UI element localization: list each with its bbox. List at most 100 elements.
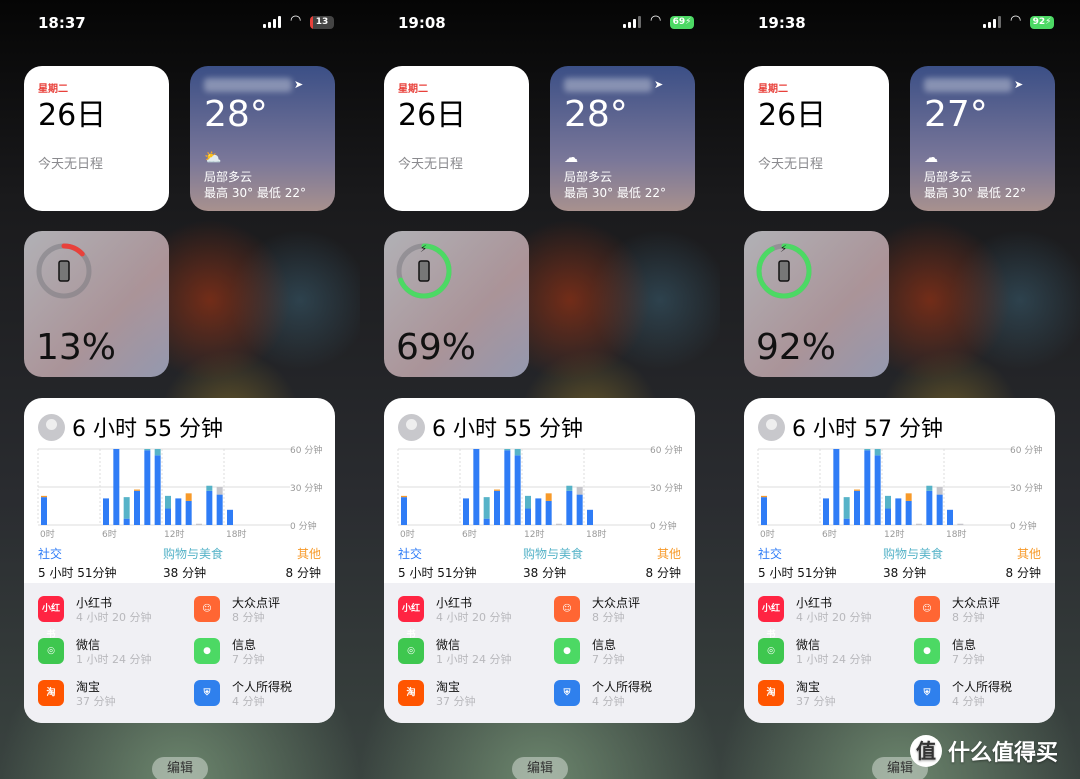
app-time: 4 分钟 xyxy=(952,695,985,708)
app-time: 4 分钟 xyxy=(592,695,625,708)
bar-segment xyxy=(216,487,223,495)
app-usage-item[interactable]: ● 信息 7 分钟 xyxy=(194,638,335,670)
category-value: 38 分钟 xyxy=(883,566,927,580)
app-usage-item[interactable]: ◎ 微信 1 小时 24 分钟 xyxy=(38,638,188,670)
app-usage-item[interactable]: ⛨ 个人所得税 4 分钟 xyxy=(914,680,1055,712)
bar-segment xyxy=(206,485,213,491)
app-usage-item[interactable]: 小红书 小红书 4 小时 20 分钟 xyxy=(398,596,548,640)
screen-time-total: 6 小时 55 分钟 xyxy=(72,417,223,442)
app-time: 4 小时 20 分钟 xyxy=(76,611,152,624)
bar-segment xyxy=(494,489,500,491)
tax-icon: ⛨ xyxy=(194,680,220,706)
battery-status-level: 13 xyxy=(315,17,329,27)
app-usage-item[interactable]: 淘 淘宝 37 分钟 xyxy=(758,680,908,712)
app-time: 4 小时 20 分钟 xyxy=(796,611,872,624)
dianping-icon: ☺ xyxy=(194,596,220,622)
bar-segment xyxy=(514,449,521,456)
dianping-icon: ☺ xyxy=(914,596,940,622)
battery-widget[interactable]: ⚡ 92% xyxy=(744,231,889,377)
x-tick-label: 18时 xyxy=(586,528,606,540)
bar-segment xyxy=(41,497,47,525)
bar-segment xyxy=(525,495,531,509)
calendar-widget[interactable]: 星期二 26日 今天无日程 xyxy=(384,66,529,211)
calendar-widget[interactable]: 星期二 26日 今天无日程 xyxy=(744,66,889,211)
app-usage-item[interactable]: ☺ 大众点评 8 分钟 xyxy=(554,596,695,628)
app-usage-item[interactable]: ◎ 微信 1 小时 24 分钟 xyxy=(758,638,908,670)
bar-segment xyxy=(473,449,480,525)
bar-segment xyxy=(154,455,161,525)
bar-segment xyxy=(843,497,850,519)
x-tick-label: 18时 xyxy=(226,528,246,540)
bar-segment xyxy=(566,485,573,491)
bar-segment xyxy=(885,495,891,509)
category-label: 其他 xyxy=(656,547,681,561)
battery-status-icon: 69⚡ xyxy=(670,16,694,29)
weather-widget[interactable]: ➤ 27° ☁ 局部多云 最高 30° 最低 22° xyxy=(910,66,1055,211)
bar-segment xyxy=(504,450,511,525)
app-time: 37 分钟 xyxy=(796,695,836,708)
bar-segment xyxy=(885,508,891,525)
app-usage-item[interactable]: 淘 淘宝 37 分钟 xyxy=(38,680,188,712)
bar-segment xyxy=(864,450,871,525)
app-usage-item[interactable]: ⛨ 个人所得税 4 分钟 xyxy=(194,680,335,712)
bar-segment xyxy=(514,455,521,525)
app-usage-item[interactable]: 淘 淘宝 37 分钟 xyxy=(398,680,548,712)
category-value: 38 分钟 xyxy=(163,566,207,580)
screen-time-widget[interactable]: 6 小时 55 分钟 60 分钟 30 分钟 0 分钟 0时 6时 12时 18时 社交 5 … xyxy=(384,398,695,723)
edit-button[interactable]: 编辑 xyxy=(512,757,568,779)
bar-segment xyxy=(483,518,490,525)
category-label: 社交 xyxy=(38,547,63,561)
phone-screen: 19:08 ◠ 69⚡ 星期二 26日 今天无日程 ➤ 28° ☁ 局部多云 最… xyxy=(360,0,720,779)
partly-cloudy-night-icon: ☁ xyxy=(924,150,938,166)
bar-segment xyxy=(566,490,573,525)
bar-segment xyxy=(185,500,192,525)
app-usage-item[interactable]: ● 信息 7 分钟 xyxy=(554,638,695,670)
wifi-icon: ◠ xyxy=(1010,13,1022,28)
bar-segment xyxy=(545,500,552,525)
calendar-day: 26日 xyxy=(758,98,827,133)
y-tick-label: 60 分钟 xyxy=(1010,444,1042,456)
battery-widget[interactable]: ⚡ 69% xyxy=(384,231,529,377)
calendar-widget[interactable]: 星期二 26日 今天无日程 xyxy=(24,66,169,211)
bar-segment xyxy=(761,497,767,525)
xiaohongshu-icon: 小红书 xyxy=(398,596,424,640)
app-time: 8 分钟 xyxy=(592,611,625,624)
app-usage-item[interactable]: ☺ 大众点评 8 分钟 xyxy=(914,596,1055,628)
app-usage-item[interactable]: ◎ 微信 1 小时 24 分钟 xyxy=(398,638,548,670)
cellular-signal-icon xyxy=(623,16,641,28)
app-usage-item[interactable]: 小红书 小红书 4 小时 20 分钟 xyxy=(758,596,908,640)
battery-widget[interactable]: 13% xyxy=(24,231,169,377)
bar-segment xyxy=(165,508,171,525)
bar-segment xyxy=(823,498,829,525)
app-usage-item[interactable]: ☺ 大众点评 8 分钟 xyxy=(194,596,335,628)
app-usage-item[interactable]: ⛨ 个人所得税 4 分钟 xyxy=(554,680,695,712)
weather-widget[interactable]: ➤ 28° ☁ 局部多云 最高 30° 最低 22° xyxy=(550,66,695,211)
bar-segment xyxy=(905,493,912,501)
screen-time-widget[interactable]: 6 小时 55 分钟 60 分钟 30 分钟 0 分钟 0时 6时 12时 18时 社交 5 … xyxy=(24,398,335,723)
bar-segment xyxy=(103,498,109,525)
category-2: 其他 8 分钟 xyxy=(646,545,681,581)
weather-widget[interactable]: ➤ 28° ⛅ 局部多云 最高 30° 最低 22° xyxy=(190,66,335,211)
app-time: 4 分钟 xyxy=(232,695,265,708)
weather-condition: 局部多云 xyxy=(924,170,973,184)
category-label: 购物与美食 xyxy=(883,547,944,561)
x-tick-label: 12时 xyxy=(524,528,544,540)
location-arrow-icon: ➤ xyxy=(654,78,664,91)
app-usage-item[interactable]: ● 信息 7 分钟 xyxy=(914,638,1055,670)
bar-segment xyxy=(587,509,593,525)
bar-segment xyxy=(227,509,233,525)
app-usage-item[interactable]: 小红书 小红书 4 小时 20 分钟 xyxy=(38,596,188,640)
taobao-icon: 淘 xyxy=(758,680,784,706)
category-0: 社交 5 小时 51分钟 xyxy=(38,545,117,581)
calendar-day: 26日 xyxy=(38,98,107,133)
edit-button[interactable]: 编辑 xyxy=(152,757,208,779)
weather-temp: 28° xyxy=(564,94,628,135)
screen-time-widget[interactable]: 6 小时 57 分钟 60 分钟 30 分钟 0 分钟 0时 6时 12时 18时 社交 5 … xyxy=(744,398,1055,723)
bar-segment xyxy=(134,489,140,491)
category-2: 其他 8 分钟 xyxy=(286,545,321,581)
x-tick-label: 6时 xyxy=(462,528,477,540)
bar-segment xyxy=(854,489,860,491)
bar-segment xyxy=(947,509,953,525)
bar-segment xyxy=(874,455,881,525)
wifi-icon: ◠ xyxy=(650,13,662,28)
